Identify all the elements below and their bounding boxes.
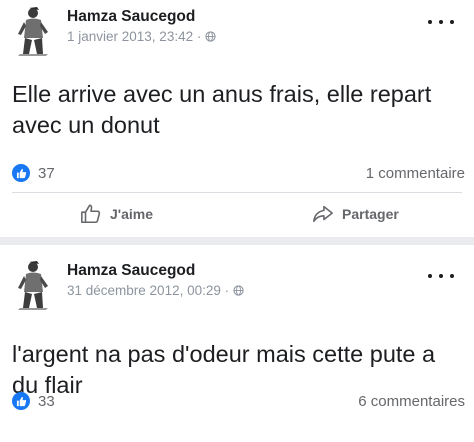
post-meta: 1 janvier 2013, 23:42 · — [67, 29, 216, 44]
avatar[interactable] — [12, 4, 56, 56]
like-label: J'aime — [110, 206, 154, 222]
share-button[interactable]: Partager — [312, 203, 399, 225]
like-badge-icon — [12, 164, 30, 182]
thumbs-up-icon — [81, 204, 101, 224]
more-dot — [428, 20, 432, 24]
post-meta: 31 décembre 2012, 00:29 · — [67, 283, 244, 298]
avatar[interactable] — [12, 258, 56, 310]
author-name[interactable]: Hamza Saucegod — [67, 262, 195, 280]
more-dot — [428, 274, 432, 278]
comments-count[interactable]: 1 commentaire — [366, 165, 465, 182]
reactions-count: 37 — [38, 164, 55, 182]
post-timestamp[interactable]: 31 décembre 2012, 00:29 · — [67, 283, 229, 298]
post-separator — [0, 237, 474, 245]
share-label: Partager — [342, 206, 399, 222]
comments-count[interactable]: 6 commentaires — [358, 393, 465, 410]
more-options-icon[interactable] — [428, 14, 454, 30]
more-options-icon[interactable] — [428, 268, 454, 284]
post-text: l'argent na pas d'odeur mais cette pute … — [12, 341, 436, 398]
globe-icon — [233, 285, 244, 296]
more-dot — [439, 274, 443, 278]
author-name[interactable]: Hamza Saucegod — [67, 8, 195, 26]
reactions-summary[interactable]: 33 — [12, 392, 55, 410]
divider — [12, 192, 462, 193]
like-button[interactable]: J'aime — [80, 203, 153, 225]
more-dot — [450, 274, 454, 278]
reactions-count: 33 — [38, 392, 55, 410]
share-arrow-icon — [313, 205, 333, 223]
post: Hamza Saucegod 1 janvier 2013, 23:42 · E… — [0, 0, 474, 237]
news-feed: Hamza Saucegod 1 janvier 2013, 23:42 · E… — [0, 0, 474, 442]
post: Hamza Saucegod 31 décembre 2012, 00:29 ·… — [0, 245, 474, 442]
more-dot — [450, 20, 454, 24]
reactions-summary[interactable]: 37 — [12, 164, 55, 182]
more-dot — [439, 20, 443, 24]
post-timestamp[interactable]: 1 janvier 2013, 23:42 · — [67, 29, 201, 44]
globe-icon — [205, 31, 216, 42]
like-badge-icon — [12, 392, 30, 410]
post-text: Elle arrive avec un anus frais, elle rep… — [12, 81, 432, 138]
